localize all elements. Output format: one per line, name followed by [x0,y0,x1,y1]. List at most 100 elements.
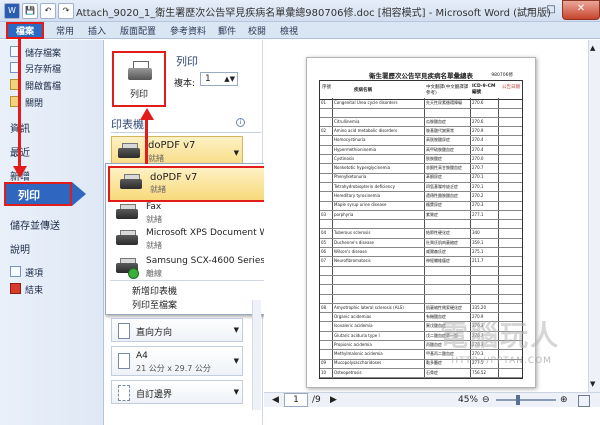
nav-help[interactable]: 說明 [10,241,30,256]
printer-dropdown: doPDF v7 就緒 Fax 就緒 Microsoft XPS Documen… [105,163,287,315]
tab-view[interactable]: 檢視 [280,24,298,37]
tab-mailings[interactable]: 郵件 [218,24,236,37]
annotation-arrow-down [18,39,21,169]
printer-icon [128,61,152,83]
nav-options[interactable]: 選項 [10,266,43,279]
table-cell: 神經纖維瘤症 [426,258,450,264]
table-cell: 02 [321,127,327,133]
tab-insert[interactable]: 插入 [88,24,106,37]
zoom-in-icon[interactable]: ⊕ [560,395,568,405]
backstage-nav: 儲存檔案 另存新檔 開啟舊檔 關閉 資訊 最近 新增 儲存並傳送 說明 選項 結… [0,40,104,425]
close-button[interactable]: ✕ [562,0,600,20]
table-cell: 756.52 [472,369,486,375]
minimize-button[interactable]: – [518,2,540,18]
maximize-button[interactable]: □ [540,2,562,18]
print-to-file-link[interactable]: 列印至檔案 [132,298,177,311]
print-button[interactable]: 列印 [112,51,166,107]
printer-option-dopdf[interactable]: doPDF v7 就緒 [108,166,273,202]
table-cell: Organic acidemias [334,313,372,319]
tab-page-layout[interactable]: 版面配置 [120,24,156,37]
table-cell: 10 [321,369,327,375]
table-cell: 277.5 [472,360,484,366]
tab-file[interactable]: 檔案 [6,22,44,39]
scroll-up-icon[interactable]: ▲ [590,44,595,52]
table-cell: 03 [321,211,327,217]
document-preview[interactable]: 衛生署歷次公告罕見疾病名單彙總表 980706修 序號 疾病名稱 中文翻譯(中文… [306,57,536,388]
table-cell: 211.7 [472,258,484,264]
table-cell: 340 [472,230,480,236]
table-cell: 異戊酸血症 [426,323,446,329]
printer-icon [118,143,140,161]
options-icon [10,266,21,277]
page-input[interactable]: 1 [284,393,308,407]
table-cell: 07 [321,258,327,264]
chevron-down-icon: ▼ [233,149,239,157]
copies-input[interactable]: 1 ▲▼ [200,72,238,86]
table-cell: Osteopetrosis [334,369,362,375]
prev-page-icon[interactable]: ◀ [272,395,279,405]
nav-exit[interactable]: 結束 [10,283,43,296]
table-row: 10 Osteopetrosis 石骨症 756.52 [320,368,522,379]
table-cell: 高甲硫胺酸血症 [426,146,454,152]
table-cell: 結節性硬化症 [426,230,450,236]
annotation-arrowhead-down [13,166,27,178]
annotation-arrow-up [145,120,148,164]
chevron-down-icon: ▼ [233,388,239,396]
fit-page-icon[interactable] [578,395,590,407]
table-cell: 黏多醣症 [426,360,442,366]
table-cell: 戊二酸血症第一型 [426,332,458,338]
orientation-select[interactable]: 直向方向 ▼ [111,318,243,342]
margins-select[interactable]: 自訂邊界 ▼ [111,380,243,404]
add-printer-link[interactable]: 新增印表機 [132,284,177,297]
table-cell: Tuberous sclerosis [334,230,371,236]
tab-home[interactable]: 常用 [56,24,74,37]
nav-save-send[interactable]: 儲存並傳送 [10,217,60,232]
zoom-slider-thumb[interactable] [516,395,520,405]
table-cell: 四氫基喋呤缺乏症 [426,183,458,189]
table-cell: Hypermethioninemia [334,146,377,152]
chevron-down-icon: ▼ [233,357,239,365]
tab-review[interactable]: 校閱 [248,24,266,37]
nav-print[interactable]: 列印 [4,182,72,206]
table-cell: Citrullinemia [334,118,360,124]
zoom-out-icon[interactable]: ⊖ [482,395,490,405]
printer-offline-icon [116,258,139,279]
table-cell: 高胱胺酸尿症 [426,137,450,143]
quick-save-icon[interactable]: 💾 [22,3,38,19]
printer-option-samsung[interactable]: Samsung SCX-4600 Series 離線 [106,252,271,282]
table-cell: 紫質症 [426,211,438,217]
table-cell: 石骨症 [426,369,438,375]
nav-close[interactable]: 關閉 [10,96,43,109]
table-cell: 胺基酸代謝異常 [426,127,454,133]
settings-scrollbar[interactable] [252,300,261,410]
table-cell: 01 [321,100,327,105]
zoom-slider[interactable] [496,399,556,401]
table-cell: 335.20 [472,304,486,310]
divider [110,280,269,281]
table-cell: Glutaric aciduria type I [334,332,380,338]
table-cell: 瓜胺酸血症 [426,118,446,124]
fax-icon [116,204,138,222]
table-header: 序號 疾病名稱 中文翻譯(中文翻譯譯參考) ICD-9-CM 編號 公告日期 [319,80,523,100]
info-icon[interactable]: i [236,118,245,127]
table-cell: Congenital Urea cycle disorders [334,100,398,105]
doc-table: 01 Congenital Urea cycle disorders 先天性尿素循環… [319,98,523,379]
next-page-icon[interactable]: ▶ [330,395,337,405]
zoom-level[interactable]: 45% [458,395,478,405]
spinner-icon[interactable]: ▲▼ [224,73,235,86]
tab-references[interactable]: 參考資料 [170,24,206,37]
table-cell: Phenylketonuria [334,174,367,180]
scroll-down-icon[interactable]: ▼ [590,380,595,388]
table-cell: 06 [321,248,327,254]
chevron-down-icon: ▼ [233,326,239,334]
word-app-icon[interactable]: W [4,3,20,19]
paper-size-select[interactable]: A4 21 公分 x 29.7 公分 ▼ [111,346,243,376]
undo-icon[interactable]: ↶ [40,3,56,19]
table-cell: Cystinosis [334,155,355,161]
table-cell: 270.3 [472,323,484,329]
table-cell: 270.1 [472,183,484,189]
printer-option-xps[interactable]: Microsoft XPS Document Writer 就緒 [106,224,287,254]
preview-scrollbar[interactable]: ▲ ▼ [588,40,600,392]
redo-icon[interactable]: ↷ [58,3,74,19]
window-title: Attach_9020_1_衛生署歷次公告罕見疾病名單彙總980706修.doc… [76,8,551,19]
